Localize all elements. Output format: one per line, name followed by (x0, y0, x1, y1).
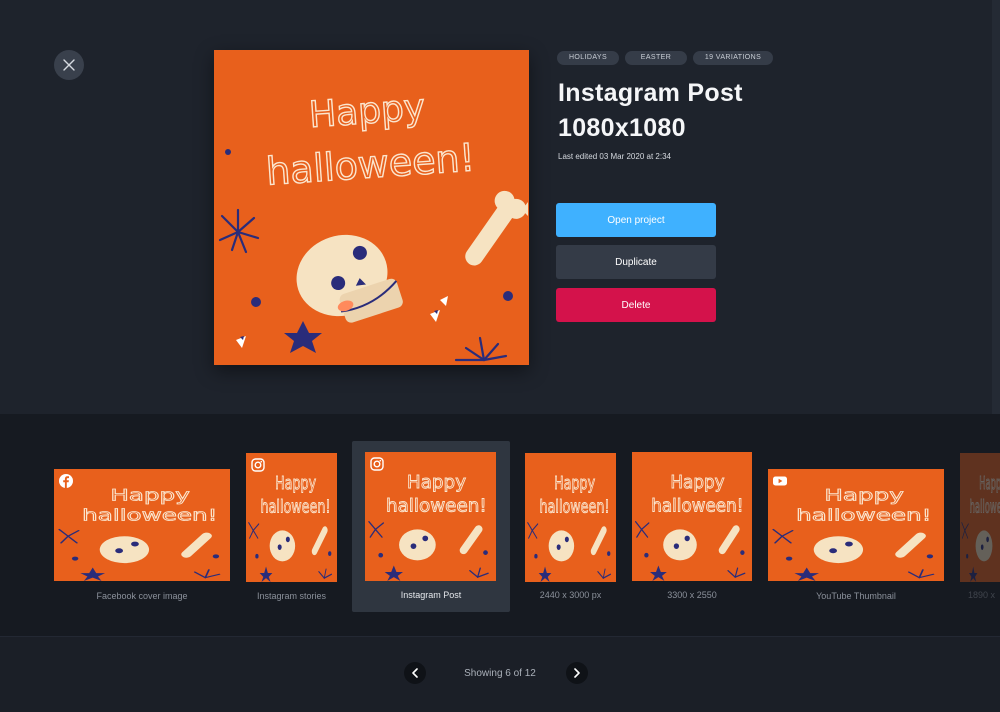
youtube-icon (773, 476, 787, 486)
variation-1890[interactable]: 1890 x (960, 441, 1000, 611)
variation-thumbnail (246, 453, 337, 582)
variation-instagram-post[interactable]: Instagram Post (352, 441, 510, 612)
variation-thumbnail (525, 453, 616, 582)
tag-list: HOLIDAYS EASTER 19 VARIATIONS (557, 51, 773, 65)
variation-thumbnail (960, 453, 1000, 582)
variation-instagram-stories[interactable]: Instagram stories (246, 441, 337, 611)
last-edited-text: Last edited 03 Mar 2020 at 2:34 (558, 152, 671, 161)
tag-easter[interactable]: EASTER (625, 51, 687, 65)
variation-thumbnail (632, 452, 752, 581)
design-preview: Happy halloween! (214, 50, 529, 365)
panel-edge (992, 0, 1000, 414)
variation-label: YouTube Thumbnail (816, 591, 896, 601)
variation-3300x2550[interactable]: 3300 x 2550 (632, 441, 752, 611)
variation-label: 3300 x 2550 (667, 590, 717, 600)
variation-thumbnail (54, 469, 230, 581)
variation-thumbnail (365, 452, 496, 581)
instagram-icon (370, 457, 384, 471)
variation-thumbnail (768, 469, 944, 581)
variation-label: 1890 x (968, 590, 996, 600)
variation-label: Instagram stories (256, 591, 327, 601)
artwork-line-1: Happy (308, 87, 427, 136)
chevron-right-icon (574, 668, 580, 678)
title-line-1: Instagram Post (558, 79, 743, 107)
tag-holidays[interactable]: HOLIDAYS (557, 51, 619, 65)
variation-facebook-cover[interactable]: Facebook cover image (54, 441, 230, 611)
instagram-icon (251, 458, 265, 472)
pagination-status: Showing 6 of 12 (464, 668, 536, 679)
halloween-artwork: Happy halloween! (214, 50, 529, 365)
close-icon (63, 59, 75, 71)
open-project-button[interactable]: Open project (556, 203, 716, 237)
delete-button[interactable]: Delete (556, 288, 716, 322)
project-title: Instagram Post 1080x1080 (558, 76, 818, 146)
next-page-button[interactable] (566, 662, 588, 684)
variation-label: Facebook cover image (96, 591, 188, 601)
variation-label: Instagram Post (400, 590, 462, 600)
title-line-2: 1080x1080 (558, 114, 686, 142)
variation-label: 2440 x 3000 px (539, 590, 602, 600)
facebook-icon (59, 474, 73, 488)
duplicate-button[interactable]: Duplicate (556, 245, 716, 279)
tag-variations[interactable]: 19 VARIATIONS (693, 51, 773, 65)
close-button[interactable] (54, 50, 84, 80)
variation-youtube-thumbnail[interactable]: YouTube Thumbnail (768, 441, 944, 611)
variation-2440x3000[interactable]: 2440 x 3000 px (525, 441, 616, 611)
